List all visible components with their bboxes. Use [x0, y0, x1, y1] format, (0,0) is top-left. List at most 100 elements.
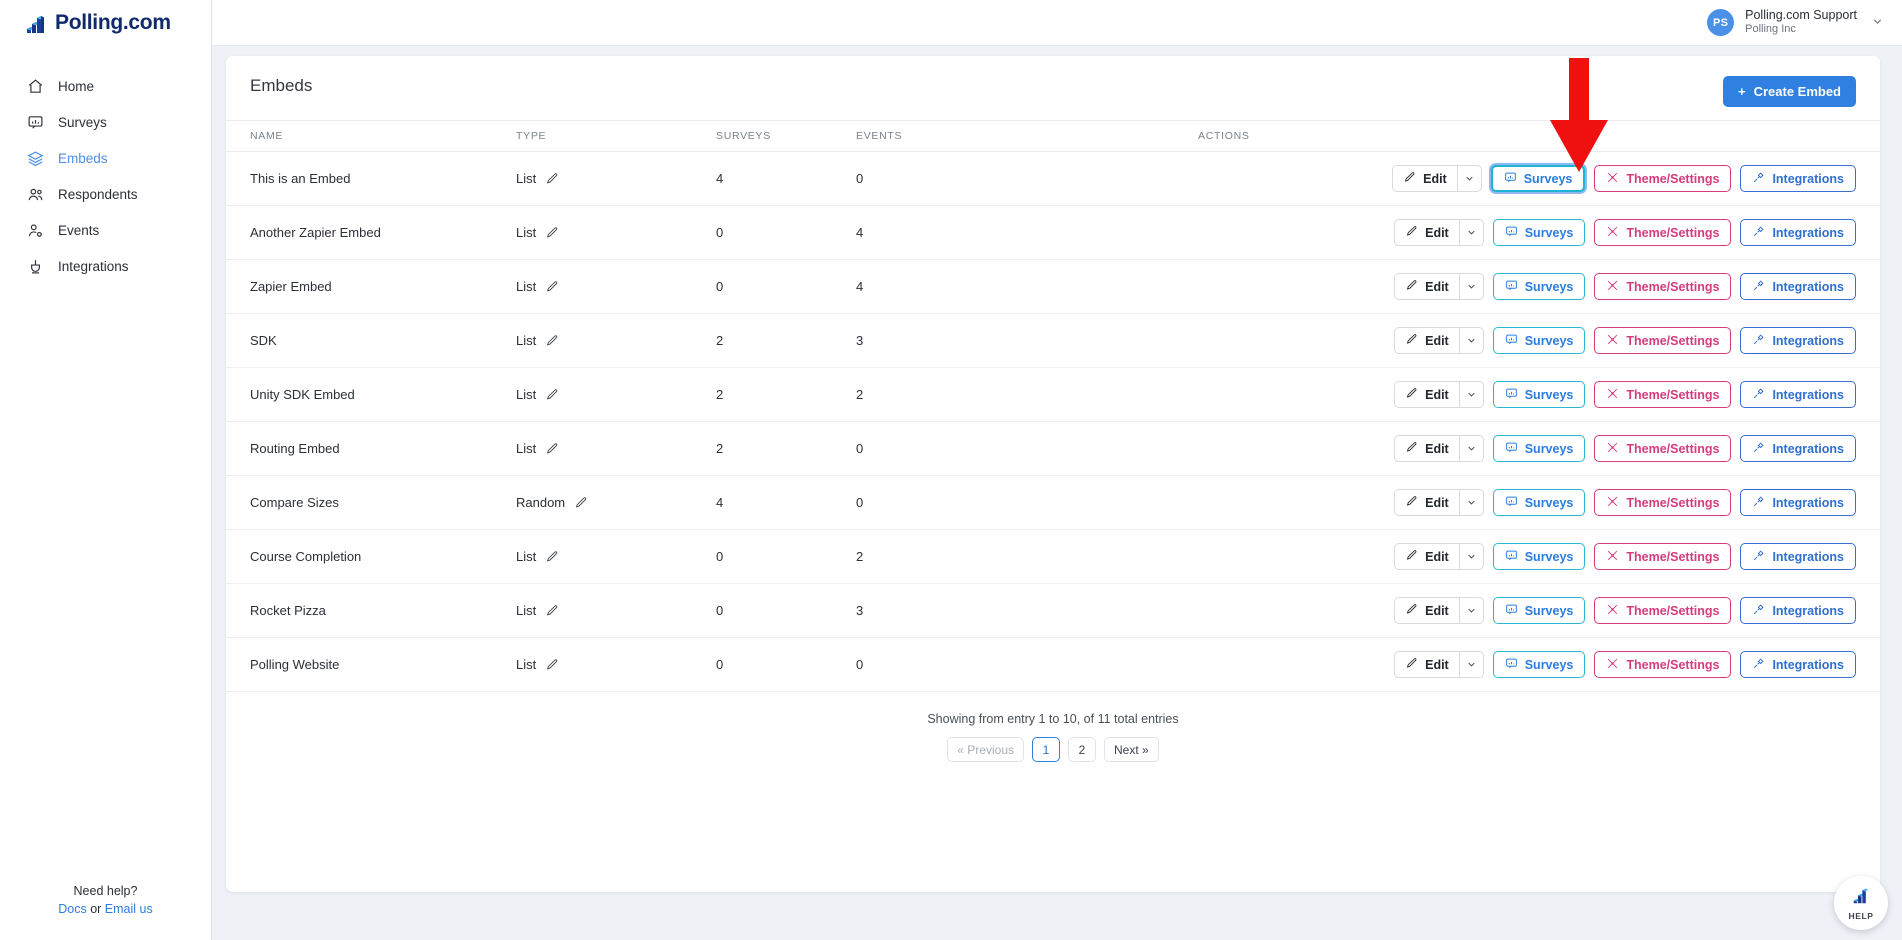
edit-type-pencil-icon[interactable] — [546, 658, 559, 671]
email-us-link[interactable]: Email us — [105, 902, 153, 916]
surveys-button[interactable]: Surveys — [1492, 597, 1586, 624]
create-embed-label: Create Embed — [1753, 84, 1841, 99]
integrations-button[interactable]: Integrations — [1740, 219, 1856, 246]
edit-type-pencil-icon[interactable] — [546, 550, 559, 563]
edit-dropdown-chevron-down-icon[interactable] — [1458, 381, 1484, 408]
table-row: Unity SDK Embed List 2 2 Edit Surveys Theme/Se… — [226, 367, 1880, 422]
edit-dropdown-chevron-down-icon[interactable] — [1458, 327, 1484, 354]
table-row: Compare Sizes Random 4 0 Edit Surveys Theme/Se… — [226, 475, 1880, 530]
edit-dropdown-chevron-down-icon[interactable] — [1458, 543, 1484, 570]
edit-button-label: Edit — [1423, 171, 1447, 186]
edit-button-label: Edit — [1425, 495, 1449, 510]
edit-button[interactable]: Edit — [1394, 489, 1459, 516]
surveys-button[interactable]: Surveys — [1492, 327, 1586, 354]
integrations-button[interactable]: Integrations — [1740, 435, 1856, 462]
theme-settings-button[interactable]: Theme/Settings — [1594, 489, 1732, 516]
help-widget-button[interactable]: HELP — [1834, 876, 1888, 930]
pagination-previous[interactable]: « Previous — [947, 737, 1024, 762]
column-header-actions: ACTIONS — [1186, 120, 1880, 152]
sidebar-item-events[interactable]: Events — [0, 212, 211, 248]
cell-actions: Edit Surveys Theme/Settings Integrations — [1186, 421, 1880, 476]
pagination-next[interactable]: Next » — [1104, 737, 1159, 762]
chevron-down-icon[interactable] — [1871, 15, 1884, 31]
brand-logo[interactable]: Polling.com — [0, 0, 211, 46]
integrations-button[interactable]: Integrations — [1740, 489, 1856, 516]
integrations-button-label: Integrations — [1772, 225, 1844, 240]
theme-settings-button[interactable]: Theme/Settings — [1594, 273, 1732, 300]
cell-surveys-count: 0 — [716, 259, 856, 314]
surveys-button[interactable]: Surveys — [1490, 165, 1586, 192]
edit-button[interactable]: Edit — [1392, 165, 1457, 192]
sidebar-item-integrations[interactable]: Integrations — [0, 248, 211, 284]
theme-settings-button[interactable]: Theme/Settings — [1594, 597, 1732, 624]
cell-type-label: List — [516, 387, 537, 402]
pagination-page-1[interactable]: 1 — [1032, 737, 1060, 762]
edit-dropdown-chevron-down-icon[interactable] — [1458, 489, 1484, 516]
theme-settings-button[interactable]: Theme/Settings — [1594, 435, 1732, 462]
integrations-button[interactable]: Integrations — [1740, 327, 1856, 354]
edit-type-pencil-icon[interactable] — [546, 442, 559, 455]
edit-button[interactable]: Edit — [1394, 435, 1459, 462]
pagination-page-2[interactable]: 2 — [1068, 737, 1096, 762]
edit-button[interactable]: Edit — [1394, 219, 1459, 246]
edit-dropdown-chevron-down-icon[interactable] — [1458, 651, 1484, 678]
theme-settings-button[interactable]: Theme/Settings — [1594, 381, 1732, 408]
theme-settings-button[interactable]: Theme/Settings — [1594, 327, 1732, 354]
theme-settings-button[interactable]: Theme/Settings — [1594, 543, 1732, 570]
edit-type-pencil-icon[interactable] — [546, 604, 559, 617]
sidebar-item-embeds[interactable]: Embeds — [0, 140, 211, 176]
edit-type-pencil-icon[interactable] — [575, 496, 588, 509]
create-embed-button[interactable]: + Create Embed — [1722, 76, 1856, 107]
integrations-button[interactable]: Integrations — [1740, 165, 1856, 192]
sidebar-item-label: Embeds — [58, 150, 108, 166]
edit-type-pencil-icon[interactable] — [546, 280, 559, 293]
sidebar-item-respondents[interactable]: Respondents — [0, 176, 211, 212]
pencil-icon — [1404, 171, 1416, 186]
surveys-button[interactable]: Surveys — [1492, 381, 1586, 408]
edit-button[interactable]: Edit — [1394, 597, 1459, 624]
edit-dropdown-chevron-down-icon[interactable] — [1458, 219, 1484, 246]
theme-settings-button[interactable]: Theme/Settings — [1594, 165, 1732, 192]
surveys-button[interactable]: Surveys — [1492, 273, 1586, 300]
edit-button[interactable]: Edit — [1394, 273, 1459, 300]
pencil-icon — [1406, 495, 1418, 510]
edit-dropdown-chevron-down-icon[interactable] — [1458, 435, 1484, 462]
pencil-icon — [1406, 333, 1418, 348]
integrations-button[interactable]: Integrations — [1740, 543, 1856, 570]
integrations-button[interactable]: Integrations — [1740, 381, 1856, 408]
surveys-button[interactable]: Surveys — [1492, 219, 1586, 246]
surveys-button[interactable]: Surveys — [1492, 489, 1586, 516]
edit-button[interactable]: Edit — [1394, 327, 1459, 354]
survey-icon — [1505, 549, 1518, 565]
edit-dropdown-chevron-down-icon[interactable] — [1458, 597, 1484, 624]
edit-type-pencil-icon[interactable] — [546, 334, 559, 347]
edit-dropdown-chevron-down-icon[interactable] — [1456, 165, 1482, 192]
cell-type: List — [516, 637, 716, 692]
cell-actions: Edit Surveys Theme/Settings Integrations — [1186, 259, 1880, 314]
surveys-button[interactable]: Surveys — [1492, 543, 1586, 570]
edit-type-pencil-icon[interactable] — [546, 226, 559, 239]
surveys-button[interactable]: Surveys — [1492, 435, 1586, 462]
surveys-button[interactable]: Surveys — [1492, 651, 1586, 678]
pagination-info: Showing from entry 1 to 10, of 11 total … — [927, 712, 1179, 726]
sidebar-item-home[interactable]: Home — [0, 68, 211, 104]
theme-settings-button[interactable]: Theme/Settings — [1594, 219, 1732, 246]
integrations-button[interactable]: Integrations — [1740, 651, 1856, 678]
edit-type-pencil-icon[interactable] — [546, 172, 559, 185]
sidebar-item-surveys[interactable]: Surveys — [0, 104, 211, 140]
integrations-button[interactable]: Integrations — [1740, 273, 1856, 300]
user-gear-icon — [26, 221, 44, 239]
table-row: Course Completion List 0 2 Edit Surveys Theme/… — [226, 529, 1880, 584]
user-menu[interactable]: PS Polling.com Support Polling Inc — [1707, 8, 1884, 37]
edit-button[interactable]: Edit — [1394, 651, 1459, 678]
edit-button[interactable]: Edit — [1394, 543, 1459, 570]
theme-settings-button[interactable]: Theme/Settings — [1594, 651, 1732, 678]
cell-type: List — [516, 205, 716, 260]
edit-type-pencil-icon[interactable] — [546, 388, 559, 401]
edit-button[interactable]: Edit — [1394, 381, 1459, 408]
edit-dropdown-chevron-down-icon[interactable] — [1458, 273, 1484, 300]
integrations-button[interactable]: Integrations — [1740, 597, 1856, 624]
docs-link[interactable]: Docs — [58, 902, 86, 916]
cell-events-count: 0 — [856, 151, 1186, 206]
user-meta: Polling.com Support Polling Inc — [1745, 8, 1857, 37]
